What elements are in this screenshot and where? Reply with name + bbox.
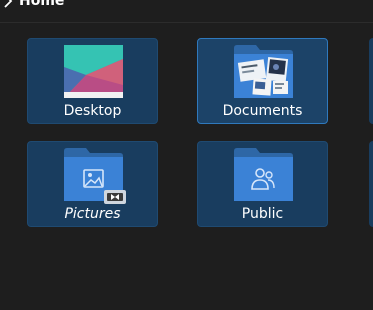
folder-label: Desktop (63, 103, 122, 119)
folder-tile-partial[interactable] (369, 141, 373, 227)
public-folder-icon (234, 148, 293, 201)
folder-grid: Desktop Documents Pictures Public (0, 0, 373, 310)
folder-tile-partial[interactable] (369, 38, 373, 124)
folder-tile-documents[interactable]: Documents (197, 38, 328, 124)
folder-label: Pictures (64, 206, 121, 222)
folder-tile-desktop[interactable]: Desktop (27, 38, 158, 124)
folder-label: Public (241, 206, 284, 222)
pictures-folder-icon (64, 148, 126, 204)
folder-tile-pictures[interactable]: Pictures (27, 141, 158, 227)
desktop-wallpaper-thumbnail-icon (64, 45, 123, 98)
folder-label: Documents (222, 103, 303, 119)
documents-folder-thumbnail-icon (234, 45, 293, 98)
folder-tile-public[interactable]: Public (197, 141, 328, 227)
